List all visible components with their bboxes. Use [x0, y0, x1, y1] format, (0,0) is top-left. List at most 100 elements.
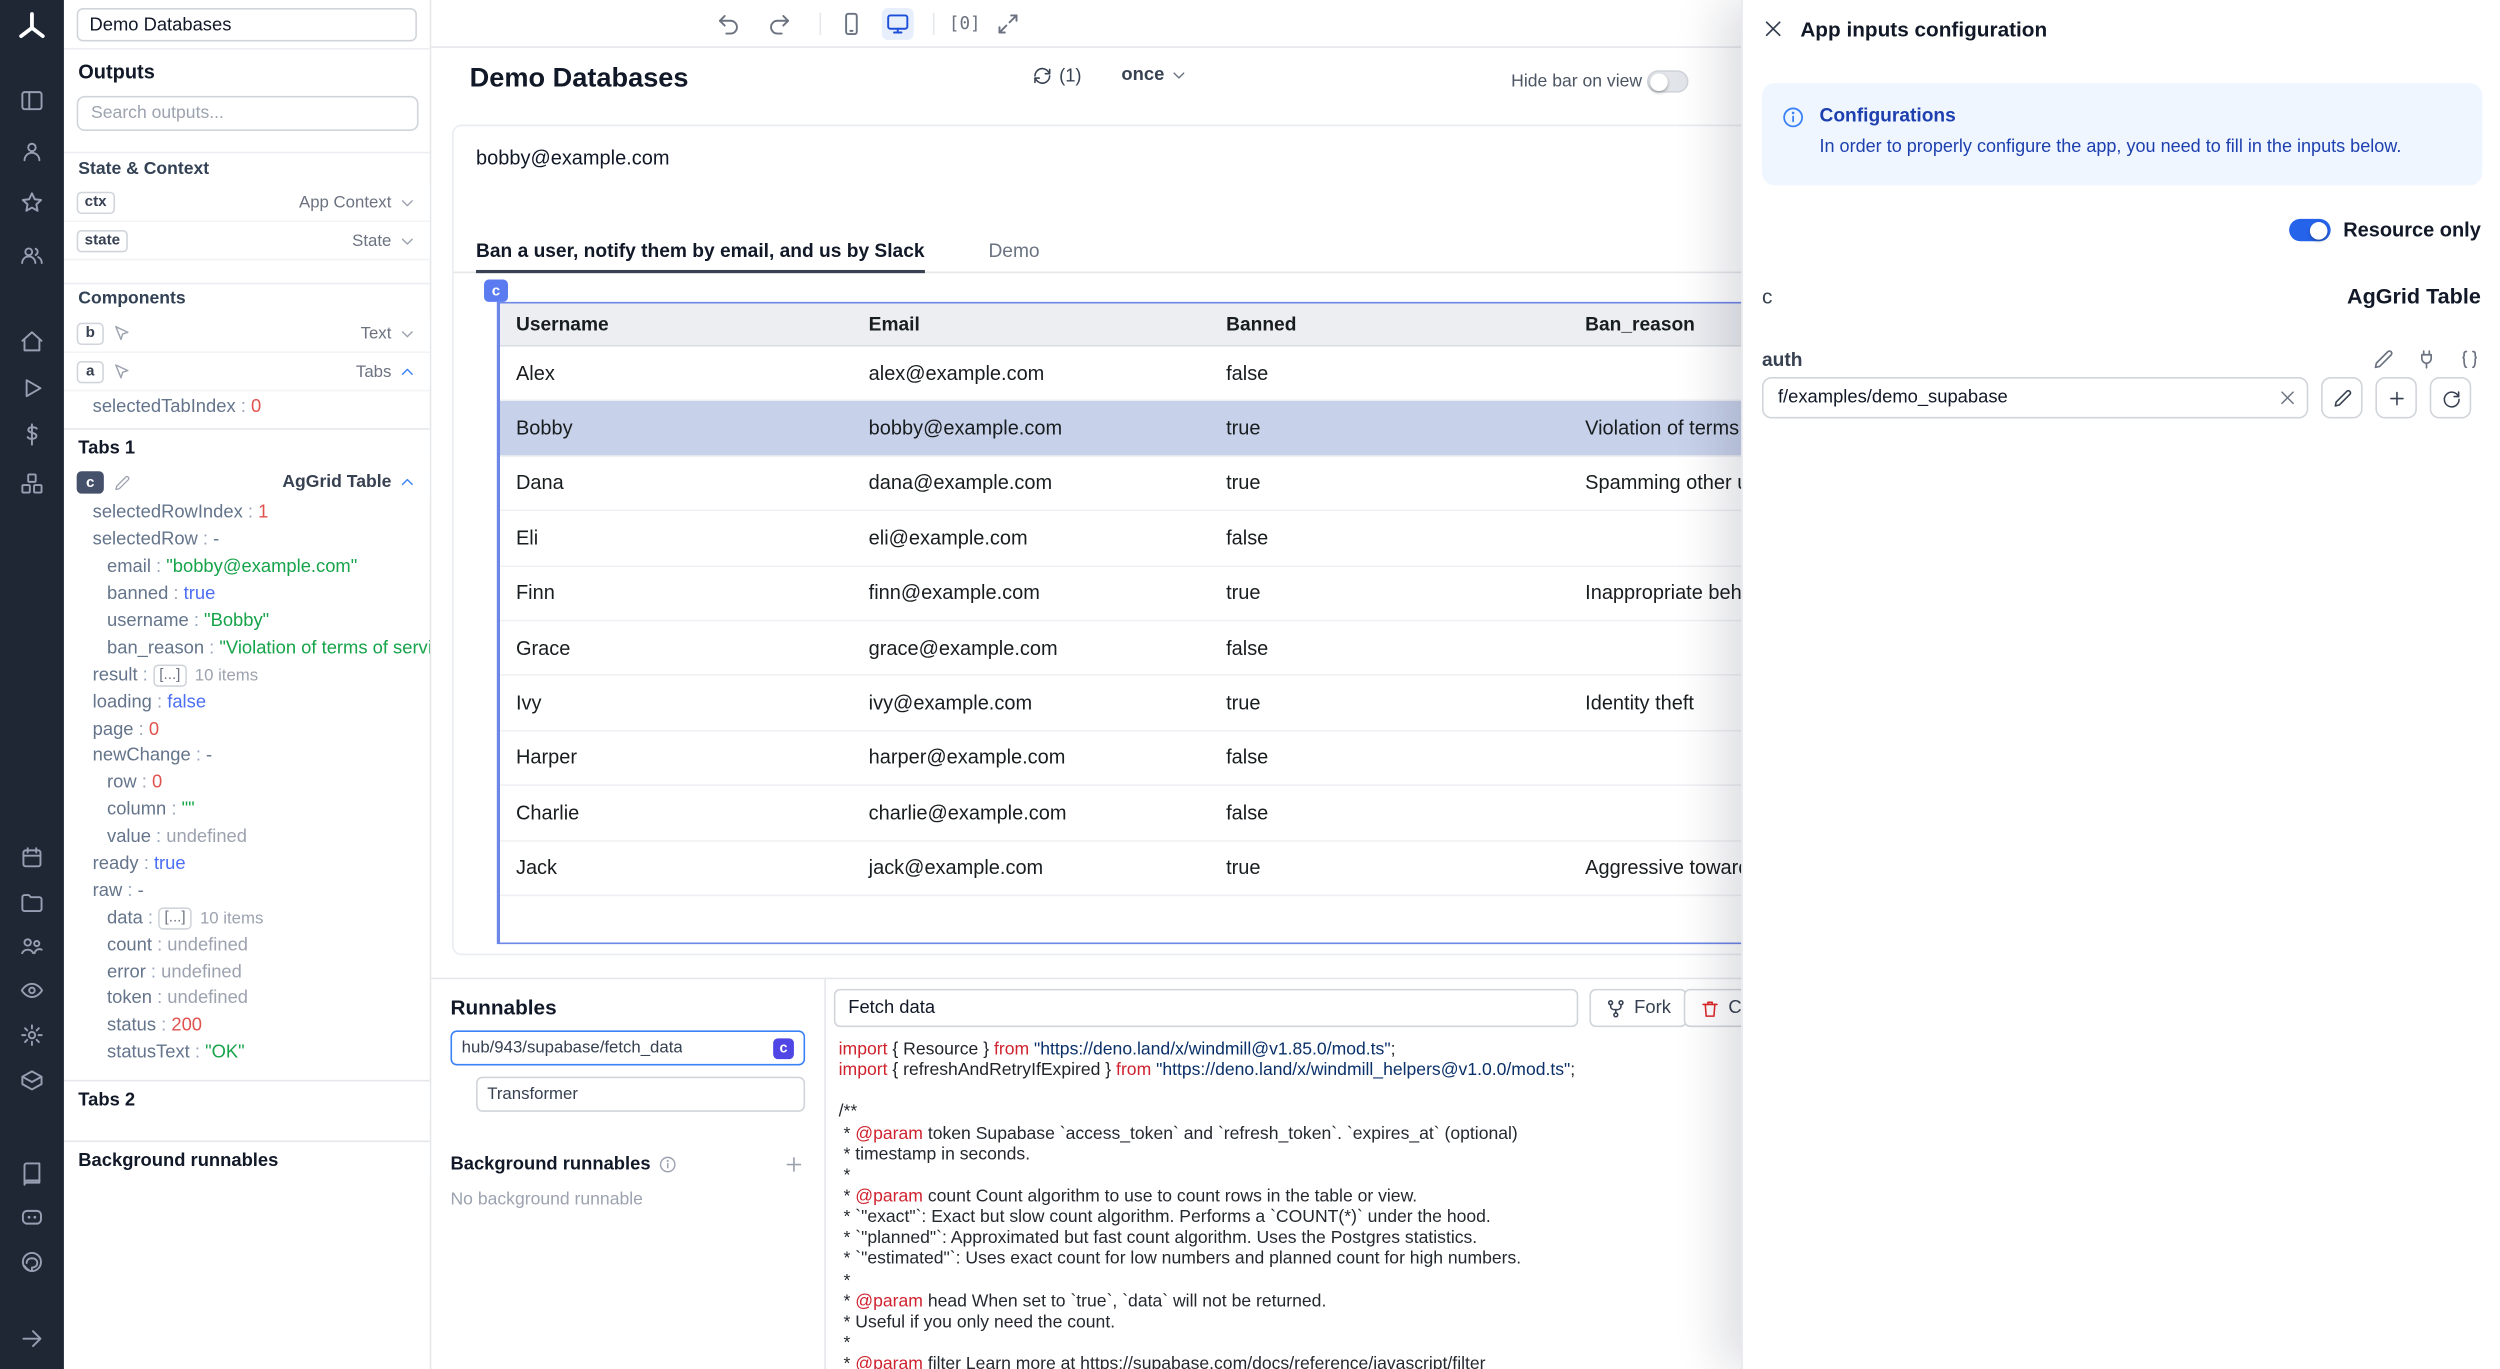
eval-mode-icon[interactable]: [2458, 348, 2480, 370]
output-prop-selectedTabIndex[interactable]: selectedTabIndex : 0: [64, 395, 430, 422]
toggle-knob: [1650, 73, 1668, 91]
eye-icon[interactable]: [19, 978, 45, 1004]
app-tab[interactable]: Ban a user, notify them by email, and us…: [476, 228, 925, 271]
runnables-list: hub/943/supabase/fetch_datac Transformer: [450, 1030, 805, 1111]
output-row-ctx[interactable]: ctxApp Context: [64, 184, 430, 222]
refresh-schedule-select[interactable]: once: [1121, 65, 1188, 84]
expand-icon[interactable]: [995, 11, 1021, 37]
redo-icon[interactable]: [767, 11, 793, 37]
cell-username: Bobby: [500, 402, 853, 455]
output-prop-column[interactable]: column : "": [64, 797, 430, 824]
desktop-view-icon[interactable]: [882, 8, 914, 40]
expand-array-chip[interactable]: [...]: [158, 907, 192, 929]
undo-icon[interactable]: [716, 11, 742, 37]
output-prop-value[interactable]: value : undefined: [64, 824, 430, 851]
pointer-icon: [112, 323, 131, 342]
output-row-aggrid[interactable]: c AgGrid Table: [64, 463, 430, 501]
panels-icon[interactable]: [19, 88, 45, 114]
output-prop-newChange[interactable]: newChange : -: [64, 743, 430, 770]
book-icon[interactable]: [19, 1161, 45, 1187]
output-prop-selectedRow[interactable]: selectedRow : -: [64, 527, 430, 554]
chevron-down-icon[interactable]: [398, 323, 417, 342]
output-prop-ready[interactable]: ready : true: [64, 851, 430, 878]
output-prop-row[interactable]: row : 0: [64, 770, 430, 797]
home-icon[interactable]: [19, 329, 45, 355]
runnable-item[interactable]: hub/943/supabase/fetch_datac: [450, 1030, 805, 1065]
column-header-email[interactable]: Email: [853, 304, 1210, 346]
github-icon[interactable]: [19, 1249, 45, 1275]
boxes-icon[interactable]: [19, 471, 45, 497]
refresh-resource-button[interactable]: [2430, 377, 2472, 419]
refresh-app-button[interactable]: (1): [1032, 65, 1082, 86]
cell-banned: false: [1210, 511, 1569, 564]
edit-mode-icon[interactable]: [2372, 348, 2394, 370]
column-header-banned[interactable]: Banned: [1210, 304, 1569, 346]
output-prop-raw[interactable]: raw : -: [64, 878, 430, 905]
connect-mode-icon[interactable]: [2415, 348, 2437, 370]
tabs1-section-header[interactable]: Tabs 1: [64, 428, 430, 468]
chevron-down-icon[interactable]: [398, 192, 417, 211]
output-prop-result[interactable]: result : [...]10 items: [64, 662, 430, 689]
star-icon[interactable]: [19, 190, 45, 216]
resource-path-input[interactable]: [1762, 377, 2308, 419]
fork-button[interactable]: Fork: [1589, 989, 1686, 1027]
cell-username: Harper: [500, 731, 853, 784]
output-prop-banned[interactable]: banned : true: [64, 581, 430, 608]
chevron-up-icon[interactable]: [398, 473, 417, 492]
arrow-right-icon[interactable]: [19, 1326, 45, 1352]
dollar-icon[interactable]: [19, 422, 45, 448]
output-prop-email[interactable]: email : "bobby@example.com": [64, 554, 430, 581]
output-row-b[interactable]: bText: [64, 315, 430, 353]
app-tab[interactable]: Demo: [988, 228, 1039, 271]
close-drawer-button[interactable]: [1762, 18, 1784, 40]
search-outputs-input[interactable]: [77, 96, 419, 131]
output-row-state[interactable]: stateState: [64, 222, 430, 260]
chevron-down-icon[interactable]: [398, 231, 417, 250]
tabs2-section-header[interactable]: Tabs 2: [64, 1080, 430, 1120]
chevron-up-icon[interactable]: [398, 362, 417, 381]
team-icon[interactable]: [19, 933, 45, 959]
debug-runs-button[interactable]: [0]: [949, 13, 981, 34]
hide-bar-toggle[interactable]: [1647, 70, 1689, 92]
clear-resource-icon[interactable]: [2278, 388, 2297, 407]
runnable-name-input[interactable]: [834, 989, 1578, 1027]
gear-icon[interactable]: [19, 1022, 45, 1048]
output-prop-selectedRowIndex[interactable]: selectedRowIndex : 1: [64, 500, 430, 527]
component-badge[interactable]: c: [484, 280, 508, 302]
nav-rail: [0, 0, 64, 1369]
output-row-a[interactable]: aTabs: [64, 353, 430, 391]
calendar-icon[interactable]: [19, 845, 45, 871]
cell-username: Charlie: [500, 786, 853, 839]
output-prop-page[interactable]: page : 0: [64, 716, 430, 743]
windmill-logo[interactable]: [14, 10, 49, 45]
expand-array-chip[interactable]: [...]: [153, 664, 187, 686]
output-prop-error[interactable]: error : undefined: [64, 959, 430, 986]
output-prop-statusText[interactable]: statusText : "OK": [64, 1040, 430, 1067]
output-prop-count[interactable]: count : undefined: [64, 932, 430, 959]
drawer-component-type: AgGrid Table: [2347, 284, 2481, 308]
app-title-input[interactable]: [77, 8, 417, 42]
add-resource-button[interactable]: [2375, 377, 2417, 419]
output-prop-loading[interactable]: loading : false: [64, 689, 430, 716]
runnable-item[interactable]: Transformer: [476, 1077, 805, 1112]
output-prop-data[interactable]: data : [...]10 items: [64, 905, 430, 932]
output-prop-username[interactable]: username : "Bobby": [64, 608, 430, 635]
output-prop-status[interactable]: status : 200: [64, 1013, 430, 1040]
play-icon[interactable]: [19, 375, 45, 401]
edit-resource-button[interactable]: [2321, 377, 2363, 419]
add-background-runnable-button[interactable]: [783, 1153, 805, 1175]
folder-icon[interactable]: [19, 890, 45, 916]
users-icon[interactable]: [19, 243, 45, 269]
output-prop-ban_reason[interactable]: ban_reason : "Violation of terms of serv…: [64, 635, 430, 662]
drawer-title: App inputs configuration: [1800, 17, 2047, 41]
discord-icon[interactable]: [19, 1204, 45, 1230]
output-prop-token[interactable]: token : undefined: [64, 986, 430, 1013]
background-runnables-section-header[interactable]: Background runnables: [64, 1141, 430, 1181]
container-icon[interactable]: [19, 1067, 45, 1093]
user-icon[interactable]: [19, 139, 45, 165]
mobile-view-icon[interactable]: [839, 11, 865, 37]
resource-only-toggle[interactable]: [2289, 219, 2331, 241]
rename-component-icon[interactable]: [113, 474, 131, 492]
auth-field-row: auth: [1762, 339, 2481, 371]
column-header-username[interactable]: Username: [500, 304, 853, 346]
